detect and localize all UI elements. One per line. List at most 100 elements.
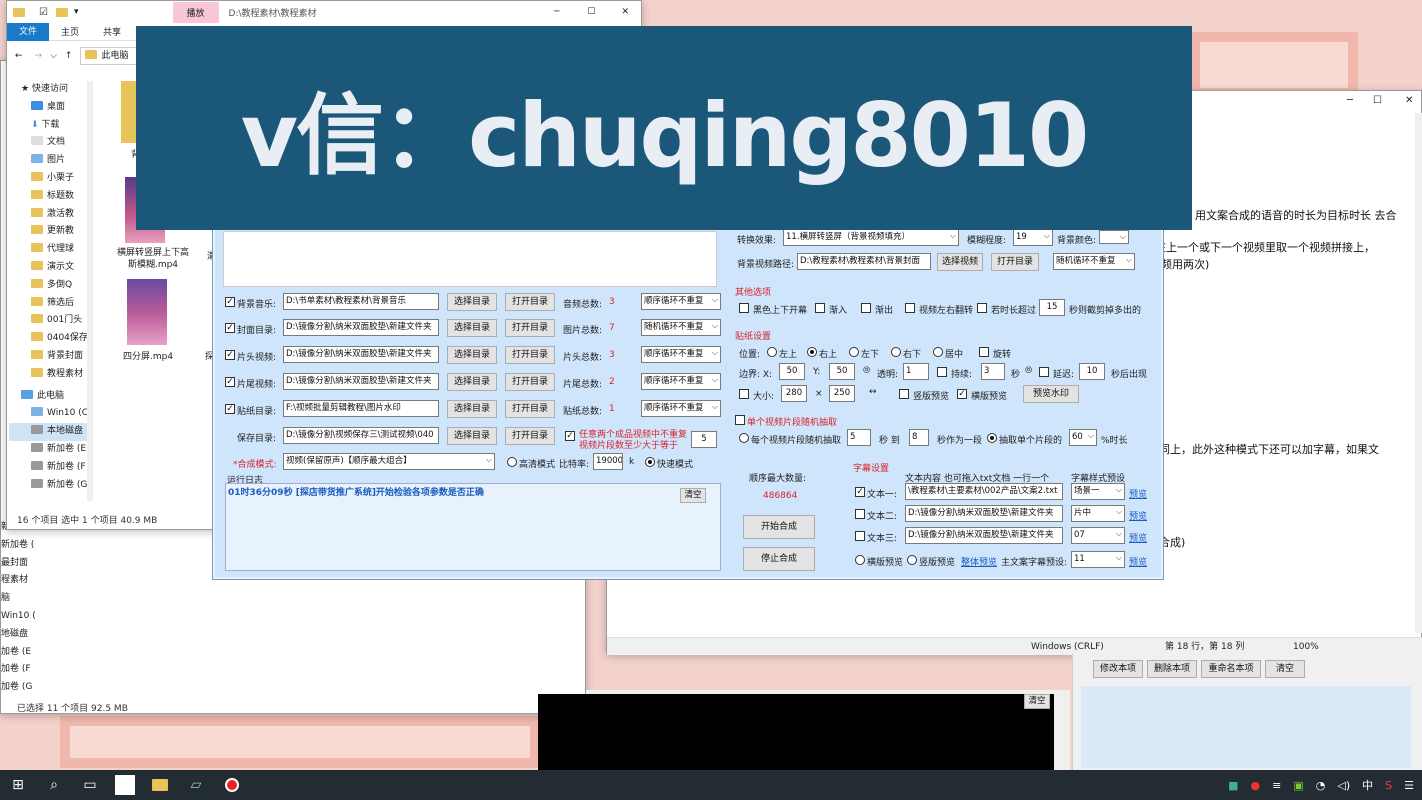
nav-item[interactable]: 加卷 (E xyxy=(1,644,35,662)
duration-limit-checkbox[interactable] xyxy=(977,303,987,313)
close-icon[interactable]: ✕ xyxy=(609,7,641,17)
preview-watermark-button[interactable]: 预览水印 xyxy=(1023,385,1079,403)
bgm-path-input[interactable]: D:\书单素材\教程素材\背景音乐 xyxy=(283,293,439,310)
select-video-button[interactable]: 选择视频 xyxy=(937,253,983,271)
outro-mode-select[interactable]: 顺序循环不重复 xyxy=(641,373,721,390)
intro-path-input[interactable]: D:\镜像分割\纳米双面胶垫\新建文件夹 xyxy=(283,346,439,363)
extract-pct-select[interactable]: 60 xyxy=(1069,429,1097,446)
rotate-checkbox[interactable] xyxy=(979,347,989,357)
outro-path-input[interactable]: D:\镜像分割\纳米双面胶垫\新建文件夹 xyxy=(283,373,439,390)
fade-in-checkbox[interactable] xyxy=(815,303,825,313)
nav-item[interactable]: 新加卷 (G xyxy=(1,537,35,555)
back-arrow-icon[interactable]: ← xyxy=(15,51,23,61)
nav-item[interactable]: 小栗子 xyxy=(9,170,89,188)
task-view-icon[interactable]: ▭ xyxy=(79,774,101,796)
nav-item[interactable]: 文档 xyxy=(9,134,89,152)
text2-input[interactable]: D:\镜像分割\纳米双面胶垫\新建文件夹 xyxy=(905,505,1063,522)
nav-item[interactable]: Win10 (C xyxy=(1,608,35,626)
nav-item[interactable]: 程素材 xyxy=(1,572,35,590)
duration-checkbox[interactable] xyxy=(937,367,947,377)
nav-item[interactable]: 新加卷 (E xyxy=(9,441,89,459)
nav-item[interactable]: 001门头 xyxy=(9,312,89,330)
text2-preview-link[interactable]: 预览 xyxy=(1129,509,1147,522)
nav-item[interactable]: 地磁盘 xyxy=(1,626,35,644)
whole-preview-link[interactable]: 整体预览 xyxy=(961,555,997,568)
intro-select-dir-button[interactable]: 选择目录 xyxy=(447,346,497,364)
nav-item[interactable]: 教程素材 xyxy=(9,366,89,384)
portrait-preview-radio[interactable] xyxy=(907,555,917,565)
cover-open-dir-button[interactable]: 打开目录 xyxy=(505,319,555,337)
record-icon[interactable] xyxy=(221,774,243,796)
nav-item[interactable]: 筛选后 xyxy=(9,295,89,313)
tray-network-icon[interactable]: ◔ xyxy=(1316,779,1326,792)
notepad-icon[interactable]: ▱ xyxy=(185,774,207,796)
nav-item[interactable]: 更新教 xyxy=(9,223,89,241)
ribbon-tab-file[interactable]: 文件 xyxy=(7,22,50,41)
save-open-dir-button[interactable]: 打开目录 xyxy=(505,427,555,445)
pos-center-radio[interactable] xyxy=(933,347,943,357)
text2-style-select[interactable]: 片中 xyxy=(1071,505,1125,522)
nav-item[interactable]: 最封面 xyxy=(1,555,35,573)
nav-item[interactable]: Win10 (C xyxy=(9,405,89,423)
nav-quick-access[interactable]: ★ 快速访问 xyxy=(9,81,89,99)
nav-item[interactable]: 脑 xyxy=(1,590,35,608)
nav-item[interactable]: ⬇ 下载 xyxy=(9,117,89,135)
stop-button[interactable]: 停止合成 xyxy=(743,547,815,571)
tray-nvidia-icon[interactable]: ▣ xyxy=(1293,779,1303,792)
folder-icon[interactable] xyxy=(149,774,171,796)
play-tab[interactable]: 播放 xyxy=(172,1,219,23)
intro-mode-select[interactable]: 顺序循环不重复 xyxy=(641,346,721,363)
bgpath-input[interactable]: D:\教程素材\教程素材\背景封面 xyxy=(797,253,931,270)
extract-radio[interactable] xyxy=(987,433,997,443)
no-repeat-input[interactable]: 5 xyxy=(691,431,717,448)
no-repeat-checkbox[interactable]: ✓ xyxy=(565,431,575,441)
nav-item[interactable]: 新加卷 (G xyxy=(9,477,89,495)
outro-checkbox[interactable]: ✓ xyxy=(225,377,235,387)
open-dir-button[interactable]: 打开目录 xyxy=(991,253,1039,271)
text1-preview-link[interactable]: 预览 xyxy=(1129,487,1147,500)
bgm-open-dir-button[interactable]: 打开目录 xyxy=(505,293,555,311)
duration-input[interactable]: 3 xyxy=(981,363,1005,380)
sticker-select-dir-button[interactable]: 选择目录 xyxy=(447,400,497,418)
side-list[interactable] xyxy=(1081,686,1411,768)
console-clear-button[interactable]: 清空 xyxy=(1024,694,1050,709)
sticker-mode-select[interactable]: 顺序循环不重复 xyxy=(641,400,721,417)
black-curtain-checkbox[interactable] xyxy=(739,303,749,313)
size-height-input[interactable]: 250 xyxy=(829,385,855,402)
sticker-path-input[interactable]: F:\视频批量剪辑教程\图片水印 xyxy=(283,400,439,417)
tray-app2-icon[interactable]: S xyxy=(1385,779,1392,792)
nav-item[interactable]: 多倒Q xyxy=(9,277,89,295)
swap-arrows-icon[interactable]: ↔ xyxy=(869,387,877,397)
nav-item[interactable]: 加卷 (F xyxy=(1,661,35,679)
nav-item[interactable]: 激活教 xyxy=(9,206,89,224)
landscape-preview-checkbox[interactable]: ✓ xyxy=(957,389,967,399)
portrait-preview-checkbox[interactable] xyxy=(899,389,909,399)
random-to-input[interactable]: 8 xyxy=(909,429,929,446)
maximize-icon[interactable]: ☐ xyxy=(1373,95,1382,106)
delay-checkbox[interactable] xyxy=(1039,367,1049,377)
sticker-open-dir-button[interactable]: 打开目录 xyxy=(505,400,555,418)
nav-item[interactable]: 加卷 (G xyxy=(1,679,35,697)
blur-select[interactable]: 19 xyxy=(1013,229,1053,246)
delete-item-button[interactable]: 删除本项 xyxy=(1147,660,1197,678)
nav-item[interactable]: 新加卷 (F xyxy=(9,459,89,477)
text3-checkbox[interactable] xyxy=(855,531,865,541)
nav-item[interactable]: 标题数 xyxy=(9,188,89,206)
modify-item-button[interactable]: 修改本项 xyxy=(1093,660,1143,678)
close-icon[interactable]: ✕ xyxy=(1405,95,1413,106)
nav-item[interactable]: 0404保存 xyxy=(9,330,89,348)
cover-checkbox[interactable]: ✓ xyxy=(225,323,235,333)
cover-mode-select[interactable]: 随机循环不重复 xyxy=(641,319,721,336)
nav-item[interactable]: 图片 xyxy=(9,152,89,170)
landscape-preview-radio[interactable] xyxy=(855,555,865,565)
text1-input[interactable]: \教程素材\主要素材\002产品\文案2.txt xyxy=(905,483,1063,500)
tray-volume-icon[interactable]: ◁) xyxy=(1337,779,1350,792)
rename-item-button[interactable]: 重命名本项 xyxy=(1201,660,1261,678)
tray-record-icon[interactable]: ● xyxy=(1251,779,1261,792)
margin-y-input[interactable]: 50 xyxy=(829,363,855,380)
mode-select[interactable]: 视频(保留原声)【顺序最大组合】 xyxy=(283,453,495,470)
duration-limit-input[interactable]: 15 xyxy=(1039,299,1065,316)
outro-open-dir-button[interactable]: 打开目录 xyxy=(505,373,555,391)
text1-style-select[interactable]: 场景一 xyxy=(1071,483,1125,500)
log-clear-button[interactable]: 清空 xyxy=(680,488,706,503)
